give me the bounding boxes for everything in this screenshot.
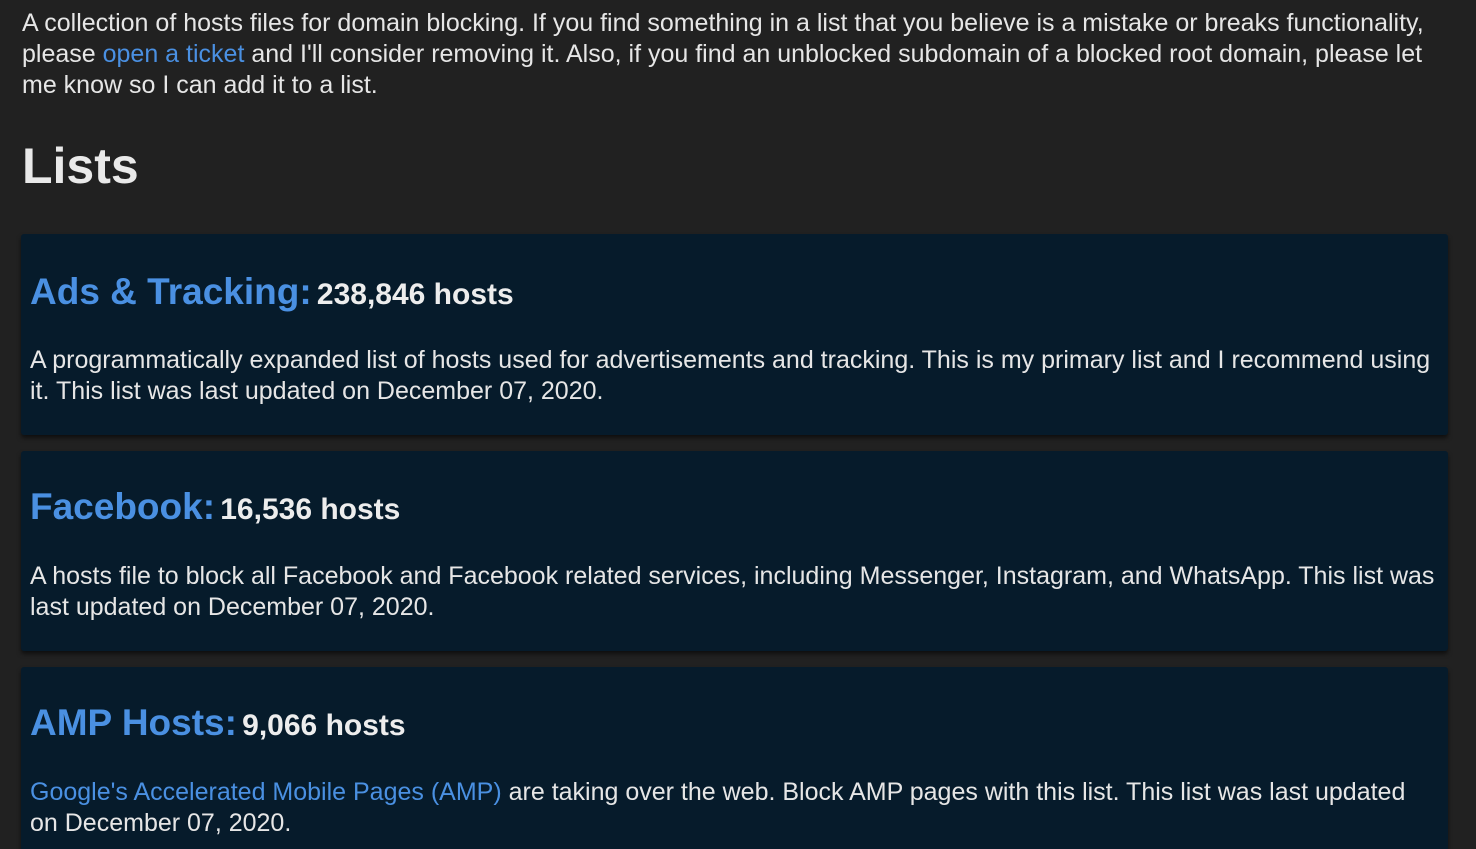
list-card-description: A programmatically expanded list of host…: [30, 345, 1440, 407]
open-ticket-link[interactable]: open a ticket: [103, 40, 245, 68]
list-card-facebook: Facebook: 16,536 hosts A hosts file to b…: [21, 451, 1448, 651]
page: A collection of hosts files for domain b…: [0, 0, 1476, 849]
description-text: A programmatically expanded list of host…: [30, 346, 1431, 405]
list-card-title: Ads & Tracking: 238,846 hosts: [30, 271, 514, 313]
list-card-description: Google's Accelerated Mobile Pages (AMP) …: [30, 777, 1440, 839]
list-card-amp-hosts: AMP Hosts: 9,066 hosts Google's Accelera…: [21, 667, 1448, 849]
google-amp-link[interactable]: Google's Accelerated Mobile Pages (AMP): [30, 778, 502, 806]
host-count: 238,846 hosts: [316, 278, 514, 311]
description-text: A hosts file to block all Facebook and F…: [30, 562, 1435, 621]
list-card-description: A hosts file to block all Facebook and F…: [30, 561, 1440, 623]
lists-heading: Lists: [22, 138, 139, 194]
host-count: 16,536 hosts: [220, 493, 401, 526]
list-card-title: AMP Hosts: 9,066 hosts: [30, 702, 406, 744]
ads-tracking-link[interactable]: Ads & Tracking:: [30, 271, 312, 312]
facebook-link[interactable]: Facebook:: [30, 486, 215, 527]
intro-paragraph: A collection of hosts files for domain b…: [22, 8, 1442, 101]
amp-hosts-link[interactable]: AMP Hosts:: [30, 702, 237, 743]
list-card-ads-tracking: Ads & Tracking: 238,846 hosts A programm…: [21, 234, 1448, 435]
host-count: 9,066 hosts: [242, 709, 406, 742]
list-card-title: Facebook: 16,536 hosts: [30, 486, 400, 528]
